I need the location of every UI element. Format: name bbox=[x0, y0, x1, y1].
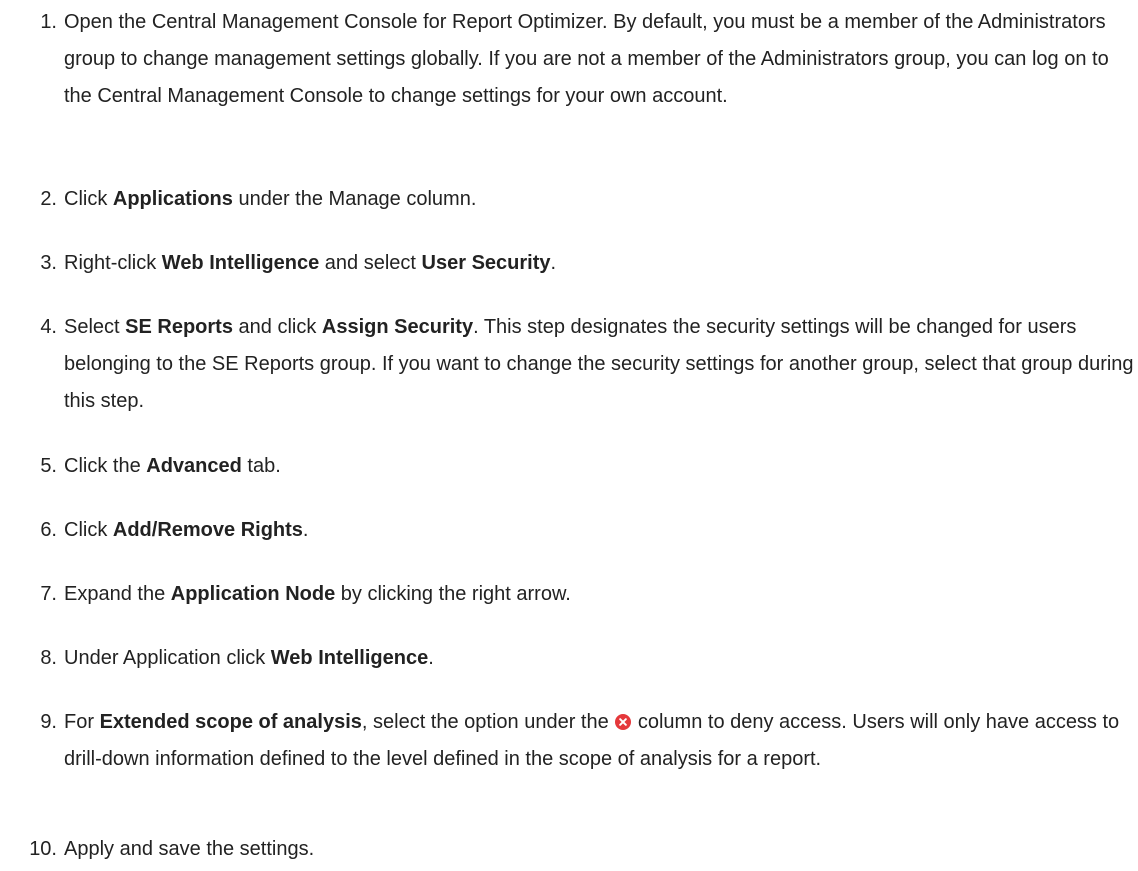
ui-term-applications: Applications bbox=[112, 188, 233, 210]
ui-term-advanced: Advanced bbox=[146, 455, 242, 477]
ui-term-assign-security: Assign Security bbox=[321, 316, 474, 338]
ui-term-extended-scope: Extended scope of analysis bbox=[99, 711, 362, 733]
step-text: Under Application click Web Intelligence… bbox=[64, 647, 434, 669]
step-text: Select SE Reports and click Assign Secur… bbox=[64, 316, 1134, 412]
step-number: 3. bbox=[40, 252, 57, 274]
ui-term-se-reports: SE Reports bbox=[125, 316, 233, 338]
ui-term-user-security: User Security bbox=[421, 252, 551, 274]
step-text: Open the Central Management Console for … bbox=[64, 11, 1109, 107]
step-number: 6. bbox=[40, 519, 57, 541]
step-text: For Extended scope of analysis, select t… bbox=[64, 711, 1120, 770]
step-text: Right-click Web Intelligence and select … bbox=[64, 252, 557, 274]
step-text: Click Applications under the Manage colu… bbox=[64, 188, 477, 210]
step-number: 9. bbox=[40, 711, 57, 733]
deny-icon bbox=[615, 714, 632, 730]
step-number: 1. bbox=[40, 11, 57, 33]
step-number: 2. bbox=[40, 188, 57, 210]
ui-term-add-remove-rights: Add/Remove Rights bbox=[112, 519, 303, 541]
ui-term-application-node: Application Node bbox=[170, 583, 336, 605]
step-number: 4. bbox=[40, 316, 57, 338]
ui-term-web-intelligence: Web Intelligence bbox=[161, 252, 320, 274]
step-text: Click the Advanced tab. bbox=[64, 455, 281, 477]
ui-term-web-intelligence: Web Intelligence bbox=[270, 647, 429, 669]
step-text: Click Add/Remove Rights. bbox=[64, 519, 309, 541]
step-text: Apply and save the settings. bbox=[64, 838, 315, 860]
step-number: 10. bbox=[29, 838, 57, 860]
step-number: 5. bbox=[40, 455, 57, 477]
step-number: 8. bbox=[40, 647, 57, 669]
step-number: 7. bbox=[40, 583, 57, 605]
step-text: Expand the Application Node by clicking … bbox=[64, 583, 571, 605]
